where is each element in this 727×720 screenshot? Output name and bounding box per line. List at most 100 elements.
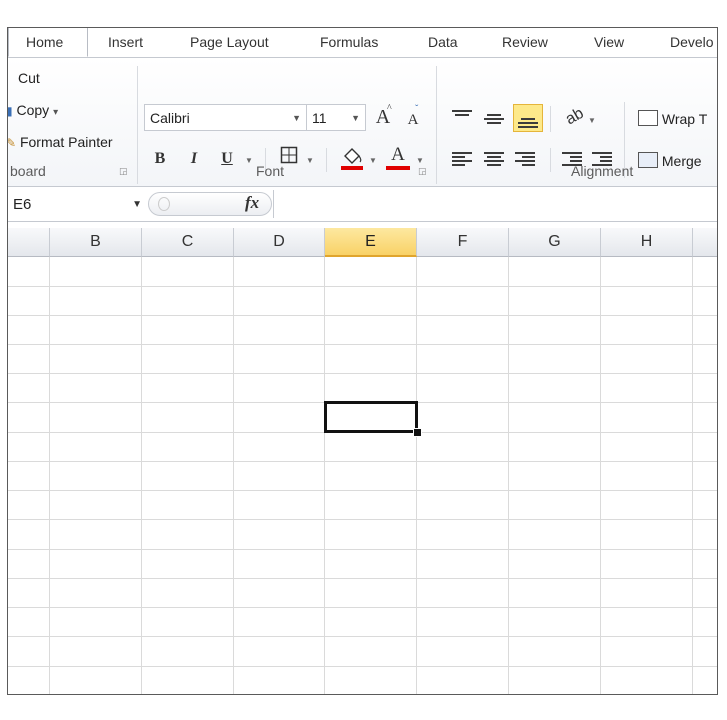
grid-line (8, 373, 717, 374)
ribbon-tab-strip: Home Insert Page Layout Formulas Data Re… (8, 28, 717, 58)
italic-button[interactable]: I (184, 148, 204, 170)
column-header-d[interactable]: D (234, 228, 325, 257)
grip-icon (158, 197, 170, 211)
align-left-icon[interactable] (452, 152, 472, 168)
shrink-caret-icon: ˇ (415, 104, 419, 115)
group-divider (436, 66, 437, 184)
tab-page-layout[interactable]: Page Layout (190, 34, 269, 50)
shrink-font-button[interactable]: Aˇ (404, 104, 422, 131)
paintbrush-icon: ✎ (7, 136, 17, 150)
column-header-c[interactable]: C (142, 228, 234, 257)
grid-line (141, 257, 142, 694)
grid-line (324, 257, 325, 694)
insert-function-button[interactable]: fx (245, 193, 259, 213)
cut-button[interactable]: Cut (18, 70, 40, 86)
column-header-g[interactable]: G (509, 228, 601, 257)
excel-window: Home Insert Page Layout Formulas Data Re… (7, 27, 718, 695)
wrap-text-label: Wrap T (661, 111, 708, 127)
clipboard-group-label: board (10, 163, 46, 179)
font-color-button[interactable]: A (386, 144, 410, 170)
font-color-label: A (391, 144, 405, 165)
name-box[interactable]: E6 ▼ (8, 190, 148, 217)
font-size-combo[interactable]: 11 ▼ (306, 104, 366, 131)
chevron-down-icon[interactable]: ▼ (351, 113, 360, 123)
tab-view[interactable]: View (594, 34, 624, 50)
alignment-group-label: Alignment (571, 163, 634, 179)
font-size-value: 11 (312, 110, 327, 126)
align-center-icon[interactable] (484, 152, 504, 168)
cut-label: Cut (18, 70, 40, 86)
font-family-combo[interactable]: Calibri ▼ (144, 104, 307, 131)
tab-home[interactable]: Home (8, 28, 88, 57)
underline-button[interactable]: U (217, 148, 237, 170)
group-divider (137, 66, 138, 184)
merge-center-icon (638, 152, 658, 168)
font-color-dropdown-icon[interactable]: ▼ (416, 156, 424, 165)
chevron-down-icon[interactable]: ▼ (132, 199, 142, 210)
grid-line (8, 578, 717, 579)
name-box-value: E6 (13, 196, 32, 213)
formula-bar: E6 ▼ fx (8, 187, 717, 222)
orientation-dropdown-icon[interactable]: ▼ (588, 116, 596, 125)
grid-line (49, 257, 50, 694)
tab-developer[interactable]: Develo (670, 34, 714, 50)
font-group-label: Font (256, 163, 285, 179)
grid-line (8, 607, 717, 608)
grid-line (692, 257, 693, 694)
grid-line (600, 257, 601, 694)
grid-line (416, 257, 417, 694)
merge-center-button[interactable]: Merge (638, 152, 702, 169)
borders-dropdown-icon[interactable]: ▼ (306, 156, 314, 165)
tab-insert[interactable]: Insert (108, 34, 143, 50)
grid-line (8, 519, 717, 520)
format-painter-label: Format Painter (19, 134, 113, 150)
grid-line (8, 666, 717, 667)
column-header-b[interactable]: B (50, 228, 142, 257)
tab-review[interactable]: Review (502, 34, 548, 50)
tab-data[interactable]: Data (428, 34, 458, 50)
column-header-i[interactable] (693, 228, 717, 257)
merge-center-label: Merge (661, 153, 702, 169)
font-family-value: Calibri (150, 110, 190, 126)
group-divider (550, 106, 551, 132)
grow-font-button[interactable]: A ^ (372, 103, 394, 128)
clipboard-dialog-launcher-icon[interactable]: ◲ (119, 166, 129, 176)
text-orientation-icon[interactable]: ab (560, 102, 590, 132)
format-painter-button[interactable]: ✎ Format Painter (7, 134, 113, 150)
top-align-icon[interactable] (452, 110, 472, 118)
grid-line (233, 257, 234, 694)
font-color-swatch (386, 166, 410, 170)
bold-button[interactable]: B (150, 148, 170, 170)
grid-line (8, 490, 717, 491)
grid-line (8, 461, 717, 462)
wrap-text-button[interactable]: Wrap T (638, 110, 707, 127)
fill-handle[interactable] (413, 428, 422, 437)
grow-caret-icon: ^ (387, 103, 392, 114)
paint-bucket-icon[interactable] (340, 144, 364, 179)
bottom-align-icon (518, 118, 538, 130)
ribbon-home: Cut ▮ Copy ▾ ✎ Format Painter board ◲ Ca… (8, 58, 717, 187)
group-divider (550, 148, 551, 172)
grid-line (8, 315, 717, 316)
active-cell-e6[interactable] (324, 401, 418, 433)
copy-icon: ▮ (8, 104, 13, 118)
column-header-h[interactable]: H (601, 228, 693, 257)
grid-line (8, 636, 717, 637)
copy-button[interactable]: ▮ Copy ▾ (8, 102, 58, 118)
font-dialog-launcher-icon[interactable]: ◲ (418, 166, 428, 176)
formula-input[interactable] (273, 190, 717, 218)
align-right-icon[interactable] (515, 152, 535, 168)
chevron-down-icon[interactable]: ▼ (292, 113, 301, 123)
grid-line (8, 286, 717, 287)
fill-color-dropdown-icon[interactable]: ▼ (369, 156, 377, 165)
copy-dropdown-arrow[interactable]: ▾ (53, 107, 58, 118)
grid-line (8, 344, 717, 345)
underline-dropdown-icon[interactable]: ▼ (245, 156, 253, 165)
wrap-text-icon (638, 110, 658, 126)
column-header-e[interactable]: E (325, 228, 417, 257)
middle-align-icon[interactable] (484, 114, 504, 126)
copy-label: Copy (16, 102, 50, 118)
tab-formulas[interactable]: Formulas (320, 34, 378, 50)
column-header-f[interactable]: F (417, 228, 509, 257)
column-header-a[interactable] (8, 228, 50, 257)
